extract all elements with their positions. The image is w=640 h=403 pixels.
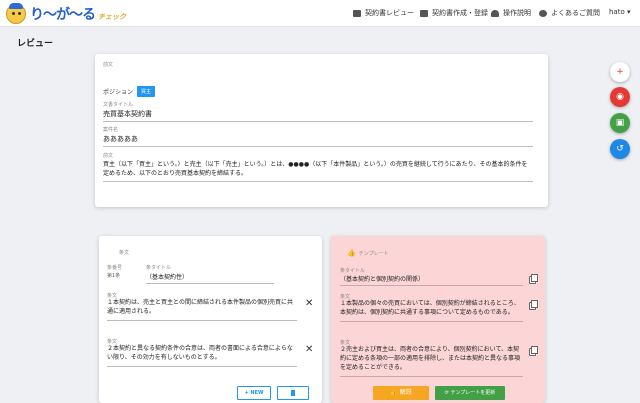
template-header: 👍 テンプレート [347, 249, 389, 257]
clause-textarea[interactable]: ２本契約と異なる契約条件の合意は、両者の書面による合意によらない限り、その効力を… [107, 344, 297, 367]
document-icon [420, 9, 428, 17]
clause-section-label: 条文 [119, 250, 130, 256]
close-icon[interactable]: ✕ [305, 298, 313, 309]
nav-item-label: 操作説明 [503, 9, 531, 17]
clause-textarea[interactable]: １本契約は、売主と買主との間に締結される本件製品の個別売買に共通に適用される。 [107, 298, 297, 321]
logo-subtitle: チェック [98, 13, 126, 21]
position-row: ポジション 買主 [103, 86, 156, 97]
new-clause-button[interactable]: + NEW [237, 386, 271, 400]
position-label: ポジション [103, 89, 134, 96]
nav-item-contract-review[interactable]: 契約書レビュー [353, 8, 414, 18]
app-logo[interactable]: り〜が〜る チェック [6, 3, 126, 25]
nav-item-manual[interactable]: 操作説明 [491, 8, 531, 18]
update-template-button[interactable]: ⟳ テンプレートを更新 [435, 386, 505, 400]
position-buyer-button[interactable]: 買主 [137, 86, 156, 97]
graduation-cap-icon [491, 9, 499, 17]
explanation-button[interactable]: 👍 解説 [373, 386, 429, 400]
doc-title-input[interactable]: 売買基本契約書 [103, 109, 533, 122]
nav-item-label: 契約書作成・登録 [432, 9, 488, 17]
article-title-label: 条タイトル [146, 265, 172, 271]
edit-icon [353, 9, 361, 17]
copy-icon[interactable] [529, 300, 538, 310]
case-name-label: 案件名 [103, 127, 119, 133]
template-clause-text: ２売主および買主は、両者の合意により、個別契約において、本契約に定める条項の一部… [340, 345, 523, 377]
template-clause-text: １本製品の個々の売買においては、個別契約が締結されるところ、本契約は、個別契約に… [340, 299, 523, 322]
nav-item-faq[interactable]: よくあるご質問 [539, 8, 600, 18]
template-title-value: （基本契約と個別契約の関係） [340, 274, 523, 286]
template-card: 👍 テンプレート 条タイトル （基本契約と個別契約の関係） 条文 １本製品の個々… [331, 236, 545, 403]
explanation-button-label: 解説 [399, 389, 412, 396]
clause-card: 条文 条番号 第1条 条タイトル （基本契約性） 条文 １本契約は、売主と買主と… [99, 236, 322, 403]
copy-icon[interactable] [529, 346, 538, 356]
case-name-input[interactable]: あああああ [103, 134, 533, 147]
logo-text: り〜が〜る [30, 7, 96, 23]
save-fab-button[interactable]: ▣ [610, 113, 630, 133]
history-fab-button[interactable]: ↺ [610, 139, 630, 159]
preview-fab-button[interactable]: ◉ [610, 87, 630, 107]
top-navbar: り〜が〜る チェック 契約書レビュー 契約書作成・登録 操作説明 よくあるご質問… [0, 0, 640, 27]
nav-item-label: よくあるご質問 [551, 9, 600, 17]
thumbs-up-icon: 👍 [390, 389, 400, 396]
plus-icon: + [616, 67, 624, 77]
nav-item-label: 契約書レビュー [365, 9, 414, 17]
article-no-label: 条番号 [107, 265, 123, 271]
update-template-label: テンプレートを更新 [450, 390, 496, 396]
template-title-label: 条タイトル [340, 268, 366, 274]
copy-icon[interactable] [529, 274, 538, 284]
history-icon: ↺ [616, 144, 624, 154]
article-title-input[interactable]: （基本契約性） [146, 272, 274, 284]
save-icon: ▣ [615, 118, 625, 128]
close-icon[interactable]: ✕ [305, 344, 313, 355]
template-header-label: テンプレート [358, 250, 389, 257]
add-fab-button[interactable]: + [610, 62, 630, 82]
nav-item-contract-create[interactable]: 契約書作成・登録 [420, 8, 488, 18]
delete-button[interactable] [277, 386, 309, 400]
article-no-value[interactable]: 第1条 [107, 272, 120, 279]
preamble-textarea[interactable]: 買主（以下「買主」という。）と売主（以下「売主」という。）とは、●●●●（以下「… [103, 160, 533, 182]
mascot-icon [6, 3, 26, 24]
page-title: レビュー [17, 39, 54, 49]
user-menu[interactable]: hato ▾ [609, 8, 631, 16]
doc-title-label: 文書タイトル [103, 102, 134, 108]
preamble-label: 前文 [103, 153, 114, 159]
preamble-card: 前文 ポジション 買主 文書タイトル 売買基本契約書 案件名 あああああ 前文 … [95, 54, 548, 207]
thumbs-up-icon: 👍 [347, 249, 356, 257]
trash-icon [291, 390, 295, 396]
section-label: 前文 [103, 62, 114, 68]
eye-icon: ◉ [616, 92, 624, 102]
info-icon [539, 9, 547, 17]
